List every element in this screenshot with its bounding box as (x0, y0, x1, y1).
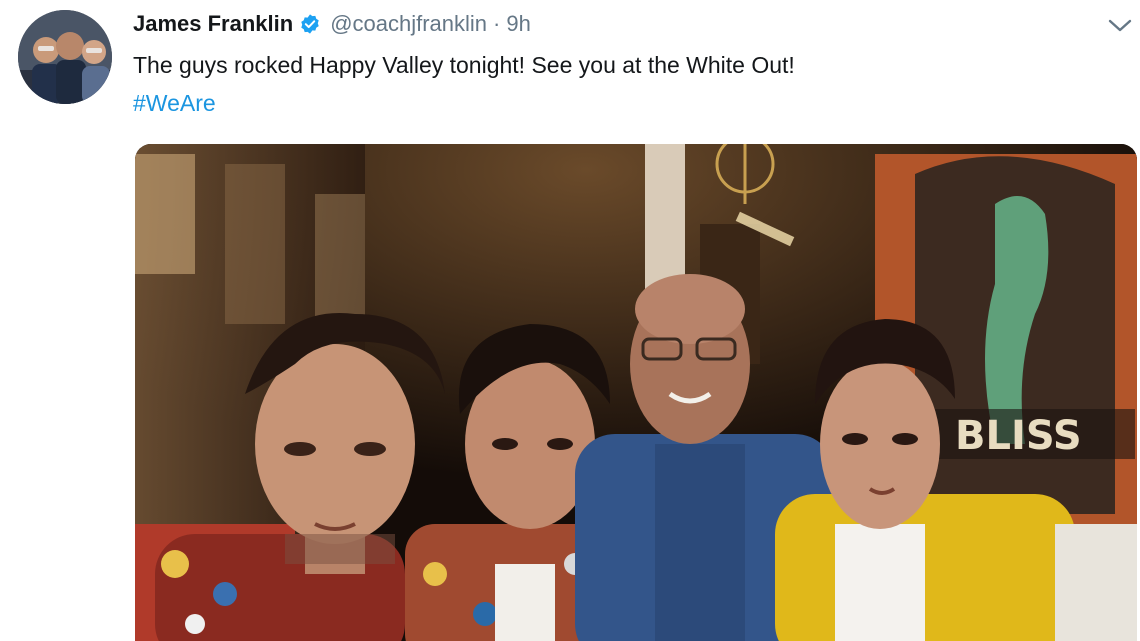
verified-badge-icon (299, 13, 321, 35)
author-name[interactable]: James Franklin (133, 11, 293, 37)
tweet-photo[interactable]: BLISS (135, 144, 1137, 641)
chevron-down-icon (1108, 19, 1132, 38)
more-options-button[interactable] (1104, 14, 1136, 42)
tweet-text: The guys rocked Happy Valley tonight! Se… (133, 52, 795, 78)
author-avatar[interactable] (18, 10, 112, 104)
author-handle[interactable]: @coachjfranklin (330, 11, 487, 37)
tweet-header: James Franklin @coachjfranklin · 9h (133, 8, 531, 40)
poster-sign-text: BLISS (955, 413, 1082, 459)
separator-dot: · (493, 11, 501, 36)
avatar-photo (18, 10, 112, 104)
tweet-timestamp[interactable]: 9h (506, 11, 530, 37)
tweet-card[interactable]: James Franklin @coachjfranklin · 9h The … (0, 0, 1140, 641)
hashtag-link[interactable]: #WeAre (133, 86, 216, 120)
photo-group-selfie: BLISS (135, 144, 1137, 641)
